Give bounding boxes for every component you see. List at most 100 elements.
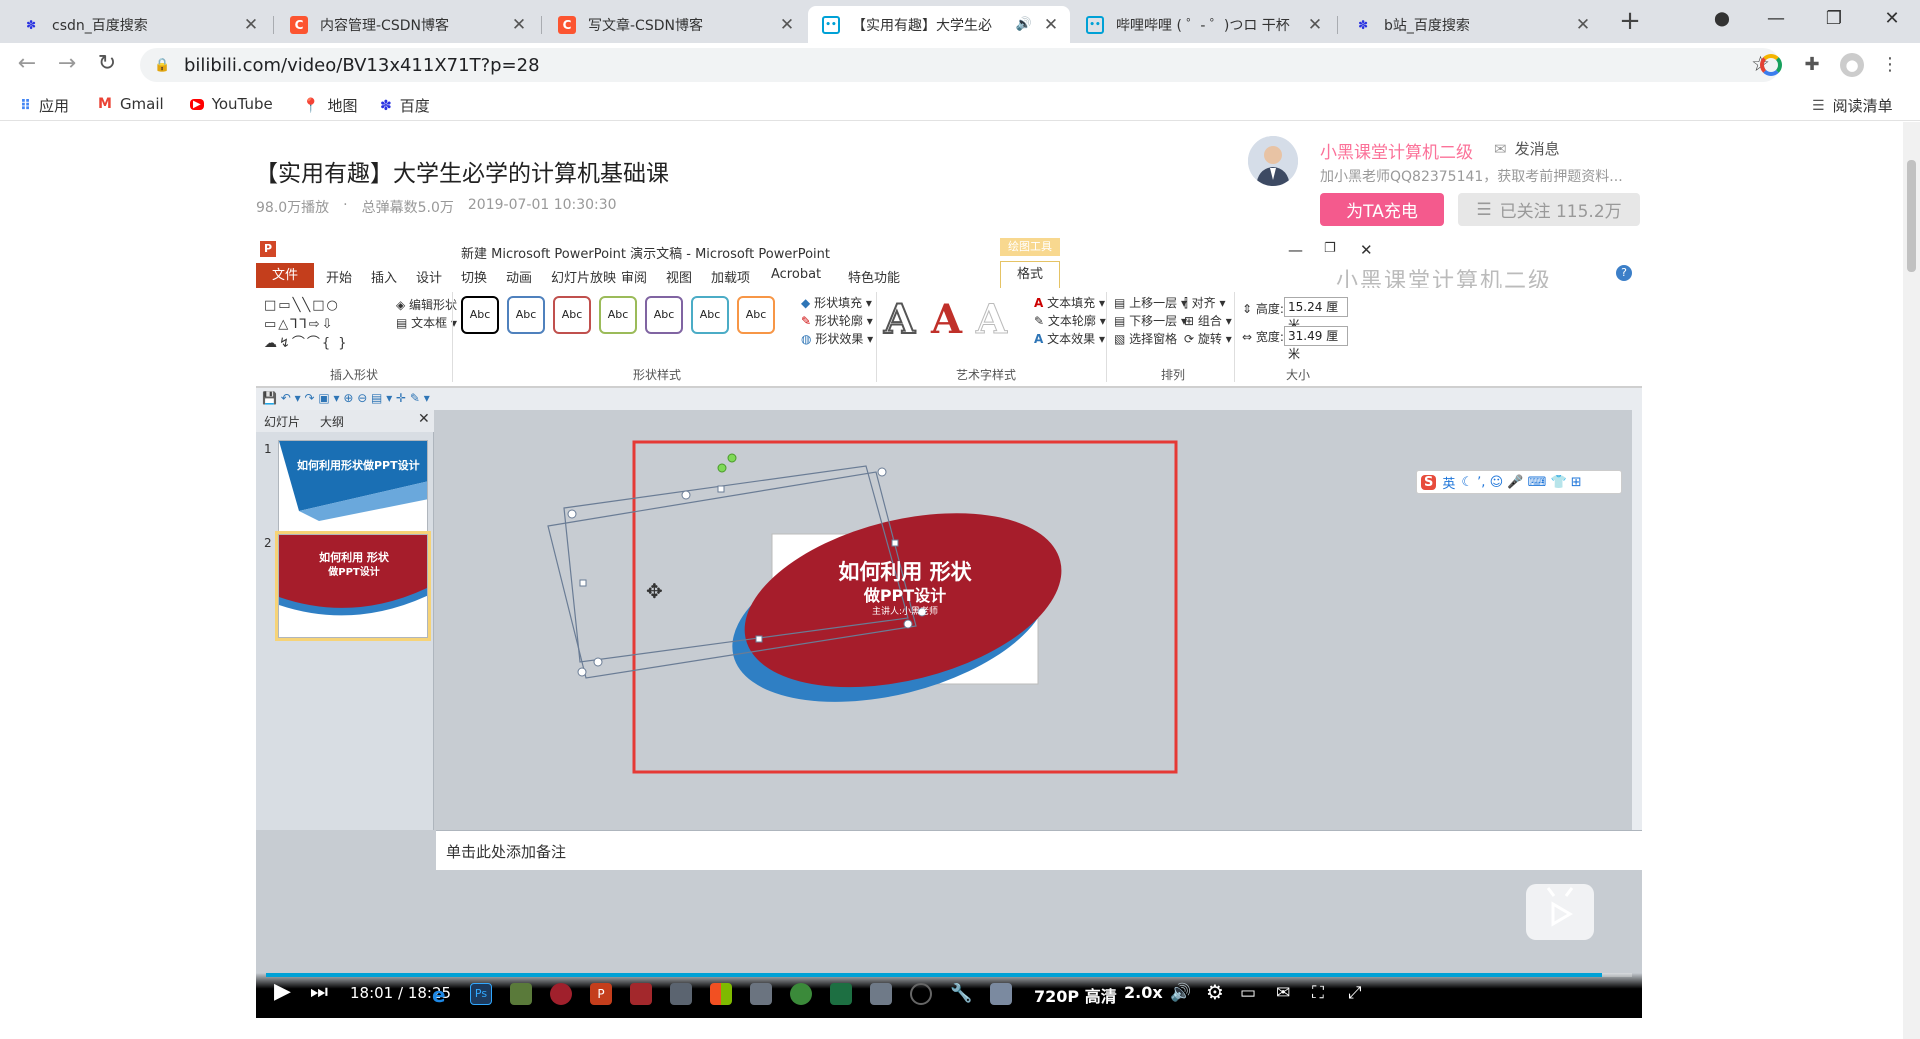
playback-speed-button[interactable]: 2.0x: [1124, 983, 1163, 1002]
ppt-ribbon-format: □▭╲╲□○▭△⅂⅂⇨⇩☁↯⌒⌒{ } ◈ 编辑形状 ▾ ▤ 文本框 ▾ 插入形…: [256, 288, 1642, 388]
play-count: 98.0万播放: [256, 200, 330, 216]
group-label-wordart-styles: 艺术字样式: [956, 368, 1017, 382]
uploader-name[interactable]: 小黑课堂计算机二级: [1320, 138, 1473, 163]
close-panel-icon: ✕: [418, 411, 430, 427]
close-tab-icon[interactable]: ✕: [778, 15, 796, 35]
page-scrollbar[interactable]: [1903, 122, 1920, 1039]
browser-tab-5[interactable]: •• 哔哩哔哩 ( ゜- ゜)つロ 干杯 ✕: [1072, 6, 1334, 43]
bookmark-maps[interactable]: 📍 地图: [302, 95, 357, 116]
play-button[interactable]: ▶: [274, 979, 291, 1004]
style-swatch-blue: Abc: [507, 296, 545, 334]
close-tab-icon[interactable]: ✕: [242, 15, 260, 35]
browser-tab-2[interactable]: C 内容管理-CSDN博客 ✕: [276, 6, 538, 43]
wordart-a-light: A: [975, 296, 1008, 344]
sogou-s-icon: S: [1421, 474, 1437, 490]
bring-forward-label: 上移一层: [1129, 296, 1178, 310]
browser-tab-6[interactable]: ✽ b站_百度搜索 ✕: [1340, 6, 1602, 43]
bilibili-tv-icon: ••: [822, 15, 840, 34]
ime-toolbar: S 英 ☾ ʼ, ☺ 🎤 ⌨ 👕 ⊞: [1416, 470, 1622, 494]
ppt-tab-view: 视图: [666, 271, 693, 286]
bookmark-label: Gmail: [119, 95, 164, 113]
browser-tab-1[interactable]: ✽ csdn_百度搜索 ✕: [8, 6, 270, 43]
charge-button[interactable]: 为TA充电: [1320, 193, 1444, 226]
bookmark-baidu[interactable]: ✽ 百度: [380, 95, 430, 116]
new-tab-button[interactable]: +: [1613, 6, 1647, 38]
forward-arrow-icon[interactable]: →: [52, 50, 82, 80]
ppt-tab-insert: 插入: [371, 271, 398, 286]
shape-effect-button: ◍ 形状效果 ▾: [801, 332, 874, 346]
slide-thumbnail-panel: 幻灯片 大纲 ✕ 1 如何利用形状做PPT设计 2 如何利用 形状 做PPT设计: [256, 410, 434, 830]
bilibili-tv-mascot-icon: [1526, 884, 1594, 940]
height-input: 15.24 厘米: [1284, 297, 1348, 332]
web-fullscreen-icon[interactable]: ⛶: [1312, 983, 1324, 1003]
close-window-icon[interactable]: ✕: [1872, 4, 1912, 34]
text-fill-label: 文本填充: [1047, 296, 1096, 310]
scrollbar-thumb[interactable]: [1907, 160, 1916, 272]
bookmark-youtube[interactable]: ▶ YouTube: [190, 95, 273, 113]
bilibili-video-page: 【实用有趣】大学生必学的计算机基础课 98.0万播放 · 总弹幕数5.0万 20…: [0, 122, 1903, 1039]
settings-gear-icon[interactable]: ⚙: [1206, 980, 1224, 1004]
fullscreen-icon[interactable]: ⤢: [1348, 983, 1362, 1003]
volume-icon[interactable]: 🔊: [1170, 983, 1191, 1003]
ppt-window-title: 新建 Microsoft PowerPoint 演示文稿 - Microsoft…: [461, 247, 830, 262]
speaker-icon[interactable]: 🔊: [1016, 17, 1032, 32]
group-divider: [1234, 292, 1235, 382]
tab-divider: [273, 16, 274, 34]
video-player[interactable]: P 新建 Microsoft PowerPoint 演示文稿 - Microso…: [256, 238, 1642, 1018]
close-tab-icon[interactable]: ✕: [1306, 15, 1324, 35]
browser-tab-4-active[interactable]: •• 【实用有趣】大学生必 🔊 ✕: [808, 6, 1070, 43]
more-menu-icon[interactable]: ⋮: [1878, 53, 1902, 77]
tv-play-glyph: [1546, 887, 1574, 927]
svg-text:✥: ✥: [646, 579, 663, 603]
tab-divider: [541, 16, 542, 34]
uploader-avatar[interactable]: [1248, 136, 1298, 186]
shape-fill-label: 形状填充: [814, 296, 863, 310]
ppt-tab-slideshow: 幻灯片放映: [551, 271, 617, 286]
minimize-icon[interactable]: —: [1756, 4, 1796, 34]
send-message-button[interactable]: ✉ 发消息: [1494, 138, 1560, 159]
gmail-icon: M: [98, 96, 112, 112]
tab-title: b站_百度搜索: [1384, 17, 1470, 34]
publish-date: 2019-07-01 10:30:30: [467, 197, 617, 213]
extensions-puzzle-icon[interactable]: ✚: [1800, 53, 1824, 77]
profile-avatar-icon[interactable]: ●: [1840, 53, 1864, 77]
close-tab-icon[interactable]: ✕: [510, 15, 528, 35]
reload-icon[interactable]: ↻: [92, 50, 122, 80]
shapes-gallery: □▭╲╲□○ ▭△⅂⅂⇨⇩ ☁↯⌒⌒{ }: [264, 298, 349, 351]
align-button: ⫿ 对齐 ▾: [1184, 296, 1226, 310]
close-tab-icon[interactable]: ✕: [1042, 15, 1060, 35]
baidu-paw-icon: ✽: [25, 17, 37, 32]
excel-taskbar-icon: [830, 983, 852, 1005]
browser-tab-3[interactable]: C 写文章-CSDN博客 ✕: [544, 6, 806, 43]
restore-icon[interactable]: ❐: [1814, 4, 1854, 34]
textbox-label: 文本框: [411, 316, 448, 330]
reading-list-icon: ☰: [1812, 97, 1825, 114]
follow-button[interactable]: ☰ 已关注 115.2万: [1458, 193, 1640, 226]
pip-icon[interactable]: ▭: [1240, 983, 1256, 1003]
tab-search-icon[interactable]: ⬤: [1702, 4, 1742, 34]
address-bar[interactable]: 🔒 bilibili.com/video/BV13x411X71T?p=28 ☆: [140, 48, 1780, 82]
rotate-button: ⟳ 旋转 ▾: [1184, 332, 1232, 346]
quality-selector[interactable]: 720P 高清: [1034, 983, 1117, 1007]
uploader-description: 加小黑老师QQ82375141，获取考前押题资料...: [1320, 169, 1623, 185]
text-effect-label: 文本效果: [1047, 332, 1096, 346]
shape-outline-label: 形状轮廓: [814, 314, 863, 328]
app-taskbar-icon: [630, 983, 652, 1005]
menu-lines-icon: ☰: [1476, 199, 1492, 220]
tab-title: 哔哩哔哩 ( ゜- ゜)つロ 干杯: [1116, 17, 1290, 34]
slide-number-1: 1: [264, 442, 272, 456]
next-episode-button[interactable]: ⏭: [310, 979, 328, 1003]
envelope-icon: ✉: [1494, 139, 1507, 158]
back-arrow-icon[interactable]: ←: [12, 50, 42, 80]
close-tab-icon[interactable]: ✕: [1574, 15, 1592, 35]
app-taskbar-icon: [670, 983, 692, 1005]
reading-list-button[interactable]: ☰ 阅读清单: [1812, 95, 1893, 116]
chrome-extension-icon[interactable]: [1760, 54, 1782, 76]
bookmark-apps[interactable]: ⠿ 应用: [20, 95, 69, 116]
danmaku-toggle-icon[interactable]: ✉: [1276, 983, 1290, 1003]
ppt-tab-design: 设计: [416, 271, 443, 286]
progress-bar[interactable]: [266, 973, 1632, 977]
bookmark-gmail[interactable]: M Gmail: [98, 95, 164, 113]
rotate-label: 旋转: [1197, 332, 1222, 346]
powerpoint-logo-icon: P: [260, 241, 276, 257]
